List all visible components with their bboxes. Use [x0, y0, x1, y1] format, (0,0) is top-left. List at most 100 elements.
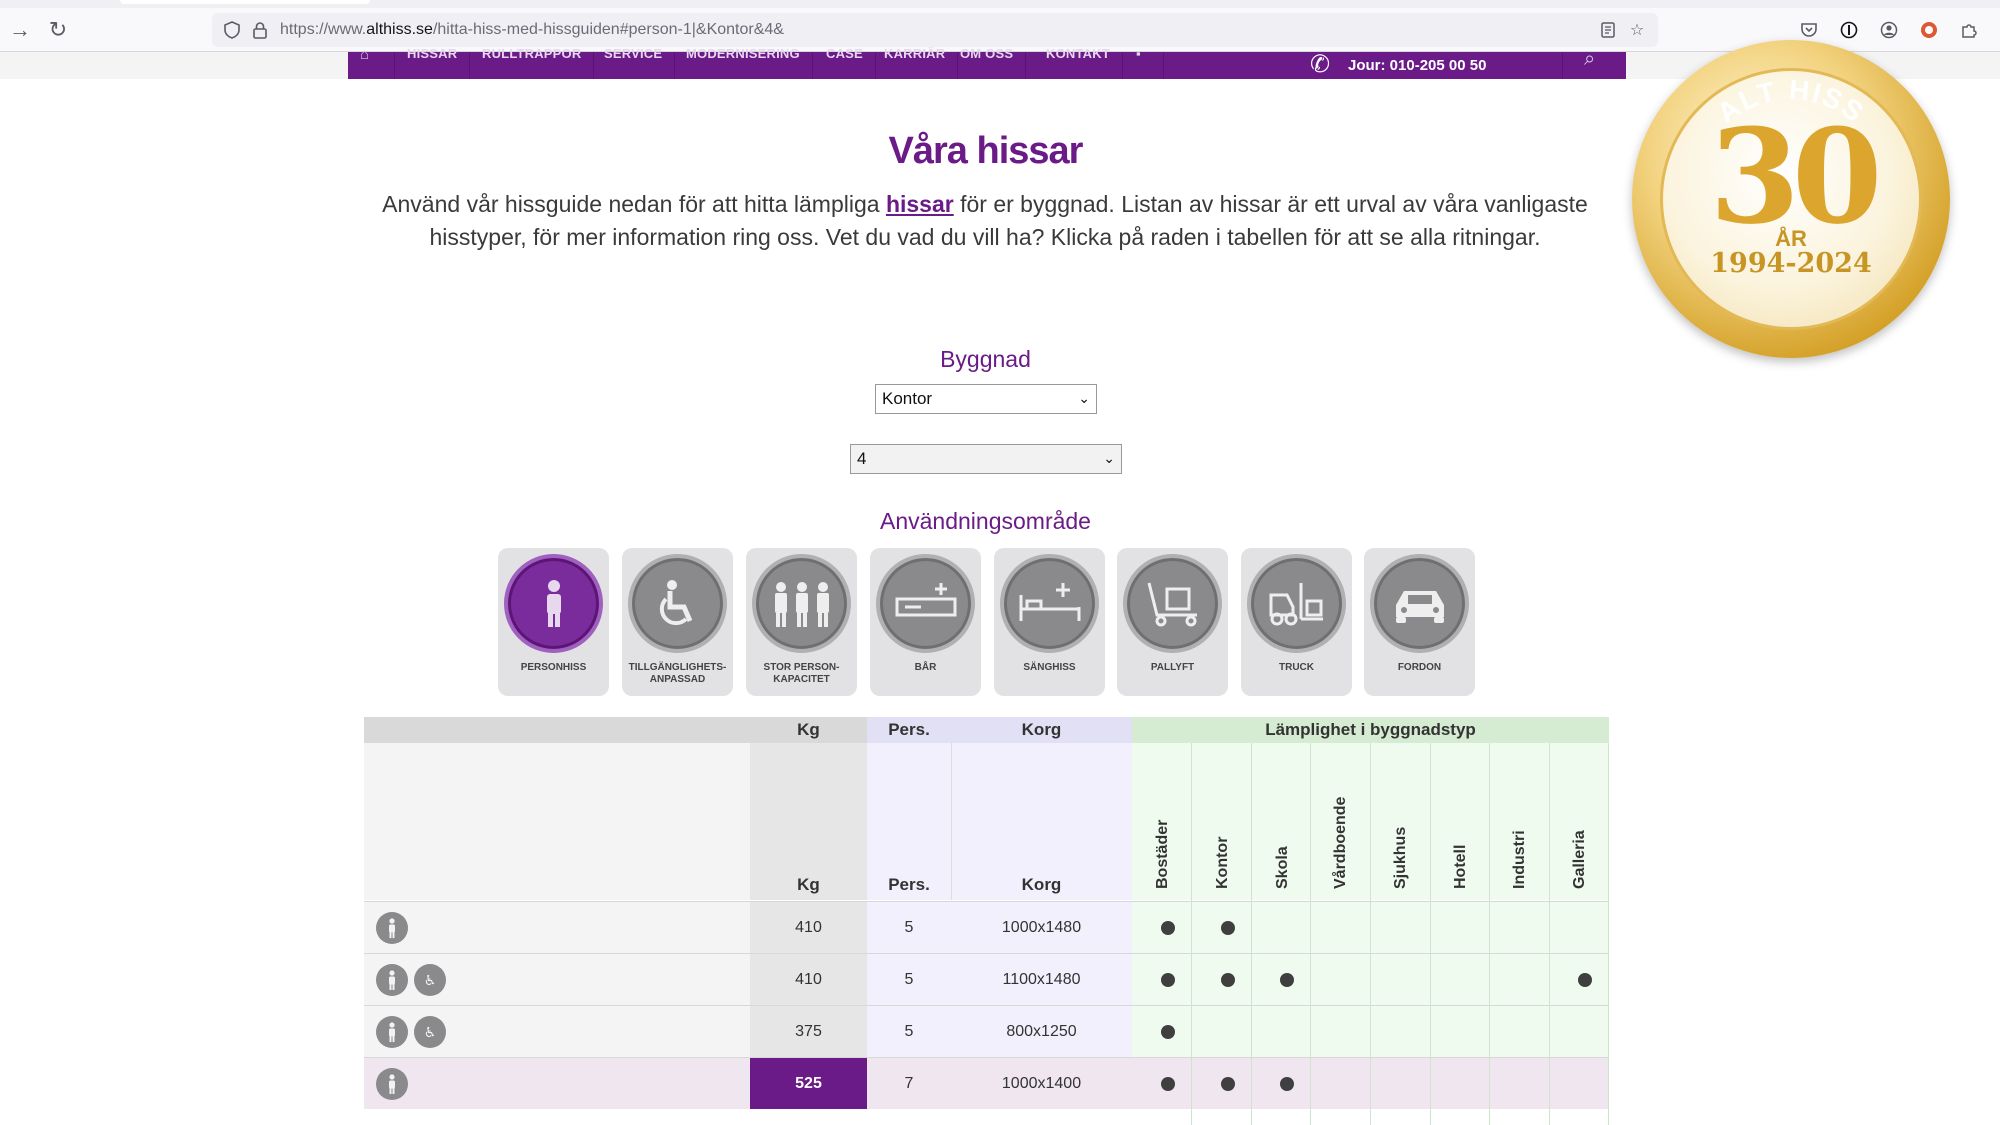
hissar-link[interactable]: hissar — [886, 191, 954, 217]
suitability-dot — [1161, 1025, 1175, 1039]
person-icon — [376, 1068, 408, 1100]
category-bar[interactable]: BÅR — [870, 548, 981, 696]
cell-kg: 525 — [795, 1075, 822, 1092]
column-divider — [1608, 743, 1609, 1125]
table-row[interactable]: ♿ 375 5 800x1250 — [364, 1005, 1609, 1057]
subheader-pers: Pers. — [888, 875, 930, 894]
cell-korg: 1000x1480 — [1001, 919, 1082, 936]
bookmark-star-icon[interactable]: ☆ — [1625, 18, 1649, 42]
page-top-gray-left — [0, 52, 348, 79]
extension-duckduckgo-icon[interactable] — [1917, 18, 1941, 42]
nav-item-kontakt[interactable]: KONTAKT — [1034, 47, 1123, 79]
category-truck[interactable]: TRUCK — [1241, 548, 1352, 696]
column-divider — [1549, 743, 1550, 1125]
suitability-dot — [1161, 973, 1175, 987]
cell-korg: 800x1250 — [1006, 1023, 1077, 1040]
group-icon — [752, 554, 851, 653]
building-select[interactable]: Kontor ⌄ — [875, 384, 1097, 414]
floors-select[interactable]: 4 ⌄ — [850, 444, 1122, 474]
column-divider — [1310, 743, 1311, 1125]
subheader-kg: Kg — [797, 875, 820, 894]
building-label: Byggnad — [940, 346, 1031, 372]
cell-kg: 375 — [795, 1023, 822, 1040]
nav-item-rulltrappor[interactable]: RULLTRAPPOR — [470, 47, 595, 79]
suitability-dot — [1161, 921, 1175, 935]
category-label: BÅR — [914, 662, 937, 673]
category-sanghiss[interactable]: SÄNGHISS — [994, 548, 1105, 696]
subheader-korg: Korg — [1021, 875, 1062, 894]
nav-item-karriar[interactable]: KARRIÄR — [872, 47, 959, 79]
category-label: SÄNGHISS — [1023, 662, 1076, 673]
suitability-dot — [1221, 1077, 1235, 1091]
table-label-column — [364, 743, 750, 900]
pallet-icon — [1123, 554, 1222, 653]
table-header-blank — [364, 717, 750, 743]
building-select-value: Kontor — [882, 389, 933, 408]
usage-label: Användningsområde — [880, 508, 1091, 534]
suitability-dot — [1280, 1077, 1294, 1091]
cell-kg: 410 — [795, 971, 822, 988]
url-bar[interactable]: https://www.althiss.se/hitta-hiss-med-hi… — [212, 13, 1658, 47]
search-icon[interactable]: ⌕ — [1584, 48, 1595, 71]
extensions-puzzle-icon[interactable] — [1957, 18, 1981, 42]
nav-item-om-oss[interactable]: OM OSS — [948, 47, 1027, 79]
suitability-dot — [1221, 973, 1235, 987]
nav-item-modernisering[interactable]: MODERNISERING — [674, 47, 813, 79]
browser-tabstrip — [0, 0, 2000, 8]
home-icon[interactable]: ⌂ — [348, 47, 395, 79]
shield-icon[interactable] — [220, 18, 244, 42]
table-row[interactable]: ♿ 410 5 1100x1480 — [364, 953, 1609, 1005]
anniversary-badge: ALT HISS 30 ÅR 1994-2024 — [1632, 40, 1950, 358]
reader-view-icon[interactable] — [1596, 18, 1620, 42]
reload-icon[interactable]: ↻ — [44, 16, 72, 44]
category-personhiss[interactable]: PERSONHISS — [498, 548, 609, 696]
chevron-down-icon: ⌄ — [1103, 450, 1115, 466]
table-header-kg: Kg — [750, 717, 867, 743]
row-cell-background — [364, 902, 750, 953]
account-icon[interactable] — [1877, 18, 1901, 42]
lock-nav-icon[interactable]: ▪ — [1124, 47, 1164, 79]
building-type-industri: Industri — [1511, 830, 1528, 889]
suitability-dot — [1221, 921, 1235, 935]
category-label: STOR PERSON- KAPACITET — [763, 662, 840, 685]
building-type-sjukhus: Sjukhus — [1392, 826, 1409, 889]
chevron-down-icon: ⌄ — [1078, 390, 1090, 406]
suitability-dot — [1161, 1077, 1175, 1091]
forward-icon[interactable]: → — [6, 16, 34, 44]
cell-korg: 1000x1400 — [1001, 1075, 1082, 1092]
column-divider — [1370, 743, 1371, 1125]
pocket-icon[interactable] — [1797, 18, 1821, 42]
suitability-dot — [1578, 973, 1592, 987]
category-label: PERSONHISS — [520, 662, 587, 673]
category-tillganglighetsanpassad[interactable]: TILLGÄNGLIGHETS- ANPASSAD — [622, 548, 733, 696]
cell-pers: 5 — [904, 1023, 914, 1040]
category-pallyft[interactable]: PALLYFT — [1117, 548, 1228, 696]
password-manager-icon[interactable] — [1837, 18, 1861, 42]
phone-number[interactable]: Jour: 010-205 00 50 — [1348, 57, 1486, 74]
column-divider — [1251, 743, 1252, 1125]
nav-item-case[interactable]: CASE — [814, 47, 876, 79]
cell-pers: 5 — [904, 919, 914, 936]
nav-item-service[interactable]: SERVICE — [592, 47, 676, 79]
category-stor-personkapacitet[interactable]: STOR PERSON- KAPACITET — [746, 548, 857, 696]
cell-kg: 410 — [795, 919, 822, 936]
bed-icon — [1000, 554, 1099, 653]
stretcher-icon — [876, 554, 975, 653]
url-text[interactable]: https://www.althiss.se/hitta-hiss-med-hi… — [280, 21, 784, 39]
lock-icon[interactable] — [248, 18, 272, 42]
active-tab-stub[interactable] — [120, 0, 370, 4]
building-type-hotell: Hotell — [1452, 844, 1469, 889]
row-cell-background — [364, 1058, 750, 1109]
wheelchair-icon — [628, 554, 727, 653]
page-title: Våra hissar — [888, 130, 1084, 172]
cell-korg: 1100x1480 — [1002, 971, 1081, 988]
category-fordon[interactable]: FORDON — [1364, 548, 1475, 696]
nav-item-hissar[interactable]: HISSAR — [395, 47, 471, 79]
table-row[interactable]: 410 5 1000x1480 — [364, 901, 1609, 953]
table-header-suitability: Lämplighet i byggnadstyp — [1132, 717, 1609, 743]
table-row[interactable]: 525 7 1000x1400 — [364, 1057, 1609, 1109]
suitability-dot — [1280, 973, 1294, 987]
phone-icon: ✆ — [1310, 51, 1331, 78]
table-header-korg: Korg — [951, 717, 1132, 743]
building-type-vardboende: Vårdboende — [1332, 796, 1349, 889]
